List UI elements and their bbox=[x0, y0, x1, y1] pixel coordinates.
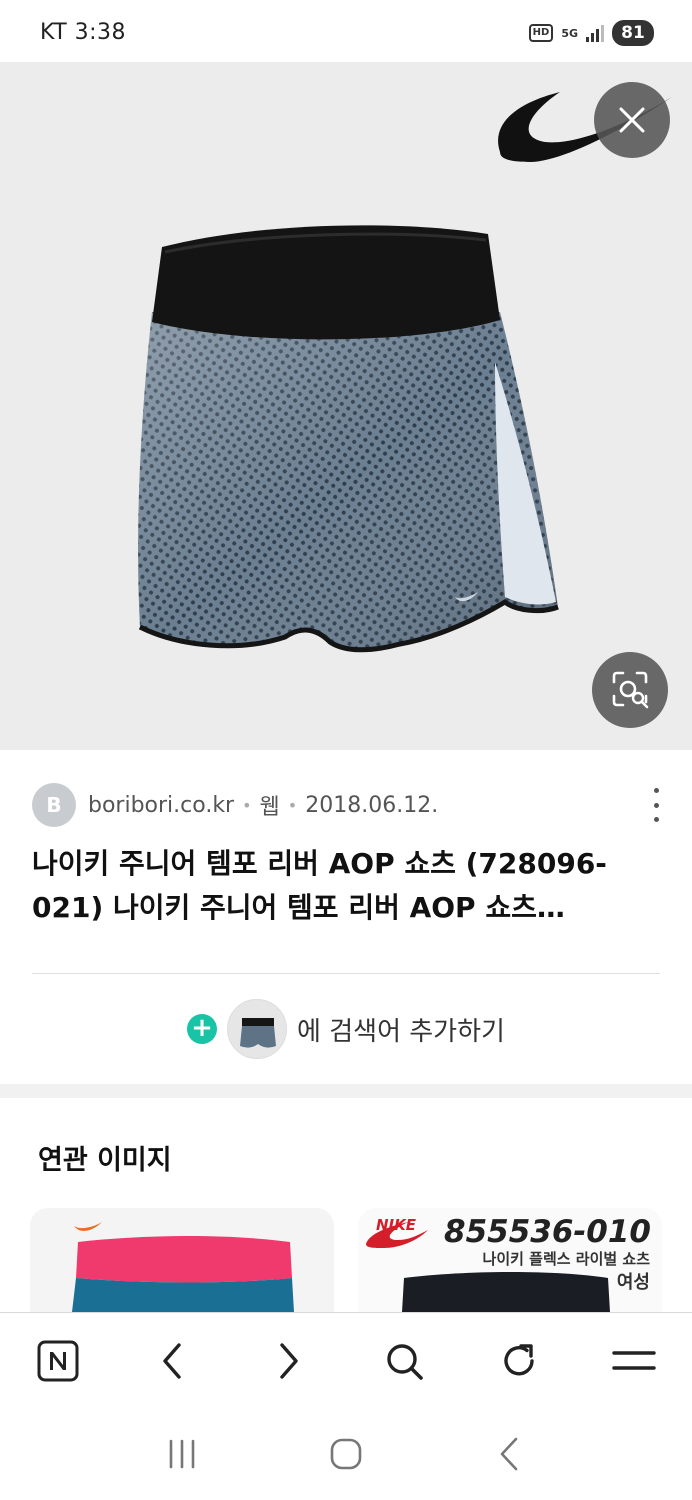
system-back-button[interactable] bbox=[480, 1424, 540, 1484]
image-viewer[interactable] bbox=[0, 62, 692, 750]
back-icon bbox=[163, 1342, 181, 1379]
result-title[interactable]: 나이키 주니어 템포 리버 AOP 쇼츠 (728096-021) 나이키 주니… bbox=[32, 842, 664, 930]
add-to-search-button[interactable]: + 에 검색어 추가하기 bbox=[0, 996, 692, 1062]
related-product-code: 855536-010 bbox=[444, 1214, 651, 1250]
status-icons: HD 5G 81 bbox=[528, 20, 654, 46]
status-bar: KT 3:38 HD 5G 81 bbox=[0, 0, 692, 62]
system-nav-bar bbox=[0, 1408, 692, 1500]
forward-icon bbox=[280, 1342, 299, 1379]
related-product-desc: 나이키 플렉스 라이벌 쇼츠 bbox=[483, 1250, 651, 1268]
refresh-icon bbox=[504, 1343, 534, 1375]
related-images-heading: 연관 이미지 bbox=[38, 1145, 172, 1176]
source-row[interactable]: B boribori.co.kr • 웹 • 2018.06.12. bbox=[32, 782, 672, 828]
signal-strength-icon bbox=[586, 24, 604, 42]
menu-button[interactable] bbox=[604, 1331, 664, 1391]
back-icon bbox=[500, 1437, 518, 1471]
network-5g-icon: 5G bbox=[561, 26, 578, 40]
separator-dot: • bbox=[242, 795, 252, 815]
source-domain[interactable]: boribori.co.kr bbox=[88, 793, 234, 818]
related-product-gender: 여성 bbox=[617, 1272, 650, 1293]
related-image-card[interactable]: NIKE 855536-010 나이키 플렉스 라이벌 쇼츠 여성 bbox=[358, 1208, 662, 1312]
search-button[interactable] bbox=[374, 1331, 434, 1391]
section-separator bbox=[0, 1084, 692, 1098]
naver-home-button[interactable] bbox=[28, 1331, 88, 1391]
refresh-button[interactable] bbox=[489, 1331, 549, 1391]
close-icon bbox=[619, 107, 645, 133]
forward-button[interactable] bbox=[258, 1331, 318, 1391]
image-search-icon bbox=[612, 671, 649, 709]
home-button[interactable] bbox=[316, 1424, 376, 1484]
back-button[interactable] bbox=[143, 1331, 203, 1391]
browser-bottom-nav bbox=[0, 1312, 692, 1408]
naver-home-icon bbox=[37, 1340, 79, 1381]
plus-icon: + bbox=[187, 1014, 218, 1044]
hd-voice-icon: HD bbox=[528, 24, 554, 42]
status-time: KT 3:38 bbox=[40, 20, 127, 45]
menu-icon bbox=[612, 1350, 656, 1370]
source-date: 2018.06.12. bbox=[305, 792, 439, 818]
recent-apps-icon bbox=[169, 1439, 195, 1469]
search-icon bbox=[386, 1343, 423, 1380]
related-image-thumbnail: NIKE 855536-010 나이키 플렉스 라이벌 쇼츠 여성 bbox=[358, 1208, 662, 1312]
add-search-label: 에 검색어 추가하기 bbox=[297, 1016, 505, 1047]
image-search-button[interactable] bbox=[592, 652, 668, 728]
battery-icon: 81 bbox=[612, 20, 654, 46]
more-options-icon[interactable] bbox=[646, 788, 666, 822]
close-button[interactable] bbox=[594, 82, 670, 158]
separator-dot: • bbox=[287, 795, 298, 815]
home-icon bbox=[330, 1438, 362, 1470]
related-image-thumbnail bbox=[30, 1208, 334, 1312]
divider bbox=[32, 973, 660, 974]
waistband bbox=[152, 225, 500, 340]
source-type: 웹 bbox=[259, 795, 280, 820]
related-brand: NIKE bbox=[376, 1216, 417, 1234]
recent-apps-button[interactable] bbox=[152, 1424, 212, 1484]
source-favicon: B bbox=[32, 783, 76, 827]
source-meta: boribori.co.kr • 웹 • 2018.06.12. bbox=[88, 789, 438, 821]
product-image bbox=[138, 92, 672, 653]
related-image-card[interactable] bbox=[30, 1208, 334, 1312]
query-thumbnail bbox=[227, 999, 288, 1059]
